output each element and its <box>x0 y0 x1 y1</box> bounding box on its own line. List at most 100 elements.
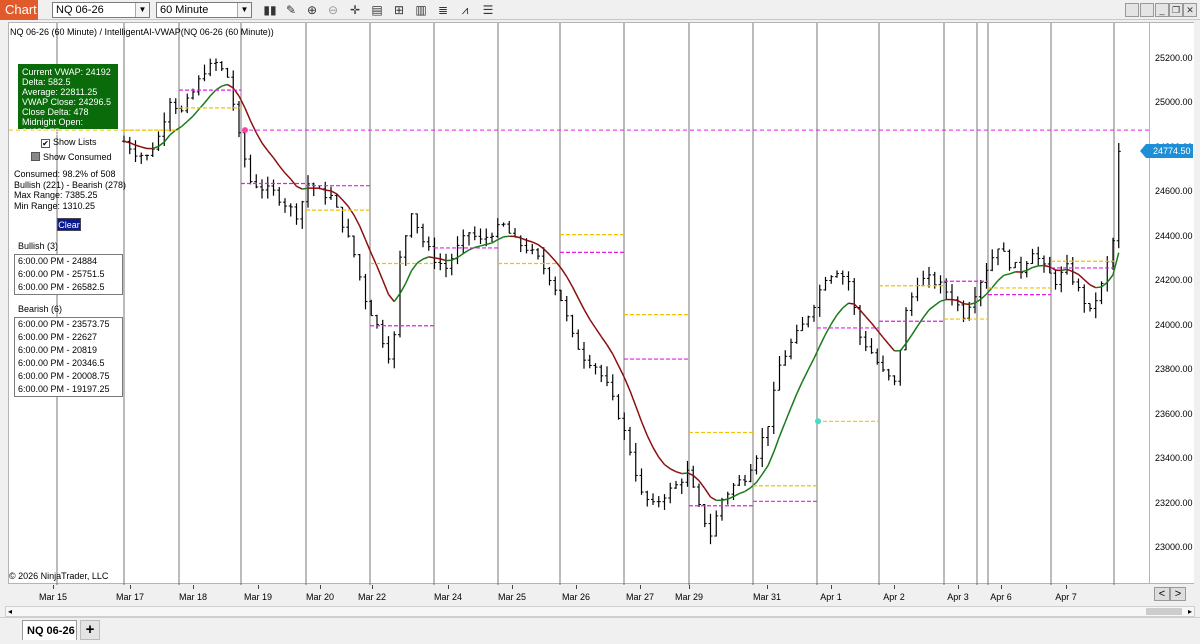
bullish-list[interactable]: 6:00.00 PM - 24884 6:00.00 PM - 25751.5 … <box>14 254 123 295</box>
properties-icon[interactable]: ▤ <box>369 3 385 17</box>
bars-icon[interactable]: ▮▮ <box>262 3 278 17</box>
vwap-line-segment <box>267 150 275 159</box>
minimize-icon[interactable] <box>1125 3 1139 17</box>
time-tick-mark <box>193 585 194 589</box>
time-tick-mark <box>53 585 54 589</box>
horizontal-scrollbar[interactable]: ◂ ▸ <box>5 606 1195 617</box>
chart-panel[interactable] <box>8 22 1151 585</box>
maximize-icon[interactable] <box>1140 3 1154 17</box>
add-tab-button[interactable]: + <box>80 620 100 640</box>
zoom-out-icon[interactable]: ⊖ <box>325 3 341 17</box>
zoom-out-axis-icon[interactable]: < <box>1154 587 1170 601</box>
vwap-line-segment <box>750 481 758 489</box>
close-icon[interactable]: ✕ <box>1183 3 1197 17</box>
price-chart[interactable] <box>9 23 1151 585</box>
vwap-line-segment <box>824 323 832 335</box>
vwap-line-segment <box>796 380 804 395</box>
time-tick-mark <box>958 585 959 589</box>
time-tick-label: Mar 29 <box>674 592 704 602</box>
vwap-line-segment <box>353 214 361 227</box>
chevron-down-icon[interactable]: ▼ <box>237 3 251 17</box>
vwap-line-segment <box>589 318 597 329</box>
scrollbar-thumb[interactable] <box>1146 608 1182 615</box>
tab-nq-06-26[interactable]: NQ 06-26 <box>22 620 77 640</box>
vwap-line-segment <box>186 115 194 123</box>
checkbox-icon[interactable] <box>31 152 40 161</box>
scroll-right-icon[interactable]: ▸ <box>1188 607 1192 616</box>
vwap-line-segment <box>646 435 654 448</box>
time-tick-label: Apr 1 <box>820 592 842 602</box>
strategies-icon[interactable]: ⊞ <box>391 3 407 17</box>
vwap-line-segment <box>192 108 200 117</box>
vwap-line-segment <box>865 316 873 324</box>
vwap-line-segment <box>1009 271 1016 275</box>
time-tick-mark <box>576 585 577 589</box>
indicators-icon[interactable]: ▥ <box>413 3 429 17</box>
time-tick-label: Mar 26 <box>561 592 591 602</box>
list-item[interactable]: 6:00.00 PM - 19197.25 <box>15 383 122 396</box>
price-tick-label: 23400.00 <box>1155 453 1193 464</box>
zoom-in-axis-icon[interactable]: > <box>1170 587 1186 601</box>
scroll-left-icon[interactable]: ◂ <box>8 607 12 616</box>
vwap-line-segment <box>227 83 234 89</box>
list-item[interactable]: 6:00.00 PM - 20819 <box>15 344 122 357</box>
show-lists-checkbox[interactable]: ✔ Show Lists <box>41 137 97 148</box>
time-tick-mark <box>894 585 895 589</box>
vwap-line-segment <box>888 343 896 352</box>
vwap-line-segment <box>330 190 338 195</box>
vwap-line-segment <box>497 236 504 241</box>
list-item[interactable]: 6:00.00 PM - 23573.75 <box>15 318 122 331</box>
vwap-line-segment <box>635 405 643 422</box>
vwap-line-segment <box>474 245 481 249</box>
vwap-line-segment <box>571 286 579 299</box>
vwap-line-segment <box>526 239 533 243</box>
vwap-line-segment <box>278 165 286 174</box>
vwap-line-segment <box>664 463 671 470</box>
interval-value: 60 Minute <box>160 4 209 16</box>
vwap-line-segment <box>870 322 878 331</box>
vwap-line-segment <box>158 141 165 147</box>
chevron-down-icon[interactable]: ▼ <box>135 3 149 17</box>
crosshair-icon[interactable]: ✛ <box>347 3 363 17</box>
list-item[interactable]: 6:00.00 PM - 20346.5 <box>15 357 122 370</box>
checkbox-checked-icon[interactable]: ✔ <box>41 139 50 148</box>
vwap-line-segment <box>698 480 706 489</box>
vwap-line-segment <box>244 107 252 122</box>
list-item[interactable]: 6:00.00 PM - 26582.5 <box>15 281 122 294</box>
vwap-line-segment <box>382 279 390 295</box>
vwap-line-segment <box>784 407 792 423</box>
chart-window-label: Chart <box>0 0 38 20</box>
chart-style-icon[interactable]: ⩘ <box>457 3 473 17</box>
vwap-line-segment <box>302 187 309 190</box>
instrument-select[interactable]: NQ 06-26 ▼ <box>52 2 150 18</box>
zoom-in-icon[interactable]: ⊕ <box>304 3 320 17</box>
vwap-line-segment <box>652 447 660 458</box>
list-item[interactable]: 6:00.00 PM - 25751.5 <box>15 268 122 281</box>
vwap-line-segment <box>1020 269 1027 273</box>
bearish-list[interactable]: 6:00.00 PM - 23573.75 6:00.00 PM - 22627… <box>14 317 123 397</box>
templates-icon[interactable]: ≣ <box>435 3 451 17</box>
vwap-line-segment <box>727 495 734 500</box>
clear-button[interactable]: Clear <box>57 218 81 231</box>
price-tick-label: 23200.00 <box>1155 497 1193 508</box>
list-item[interactable]: 6:00.00 PM - 20008.75 <box>15 370 122 383</box>
share-icon[interactable]: ☰ <box>480 3 496 17</box>
time-tick-label: Mar 24 <box>433 592 463 602</box>
minimize-window-icon[interactable]: _ <box>1155 3 1169 17</box>
vwap-line-segment <box>842 302 849 309</box>
list-item[interactable]: 6:00.00 PM - 22627 <box>15 331 122 344</box>
vwap-line-segment <box>911 325 919 336</box>
interval-select[interactable]: 60 Minute ▼ <box>156 2 252 18</box>
list-item[interactable]: 6:00.00 PM - 24884 <box>15 255 122 268</box>
price-tick-label: 23800.00 <box>1155 364 1193 375</box>
show-consumed-checkbox[interactable]: Show Consumed <box>31 152 112 162</box>
vwap-line-segment <box>514 235 521 239</box>
price-tick-label: 23600.00 <box>1155 408 1193 419</box>
draw-icon[interactable]: ✎ <box>283 3 299 17</box>
vwap-line-segment <box>209 89 217 97</box>
restore-window-icon[interactable]: ❐ <box>1169 3 1183 17</box>
vwap-line-segment <box>531 241 539 246</box>
price-tick-label: 24200.00 <box>1155 275 1193 286</box>
vwap-line-segment <box>755 473 763 483</box>
vwap-line-segment <box>704 488 712 498</box>
